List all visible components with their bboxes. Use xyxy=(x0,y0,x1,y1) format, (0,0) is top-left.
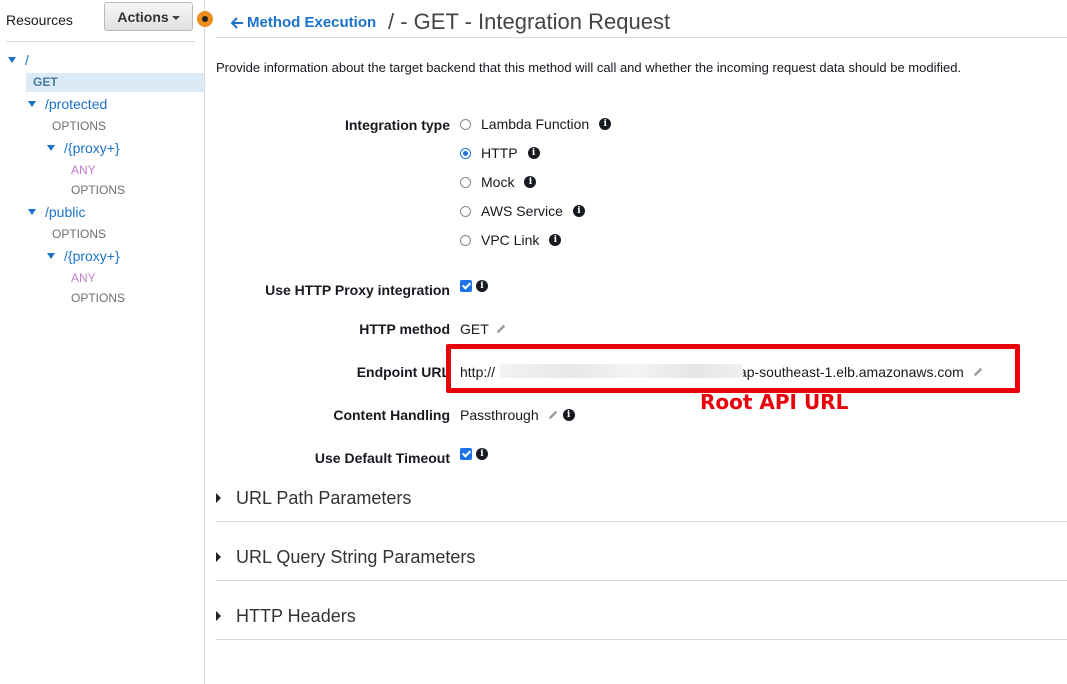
radio-label[interactable]: AWS Service xyxy=(481,203,563,219)
caret-right-icon[interactable] xyxy=(216,493,221,503)
caret-down-icon[interactable] xyxy=(28,101,36,107)
sidebar-divider xyxy=(6,41,195,42)
info-icon[interactable]: i xyxy=(599,118,612,130)
tree-method-public-proxy-options[interactable]: OPTIONS xyxy=(71,291,125,305)
caret-down-icon xyxy=(171,15,180,20)
info-icon[interactable]: i xyxy=(476,280,488,292)
radio-button[interactable] xyxy=(460,118,471,130)
tree-path-root[interactable]: / xyxy=(25,52,29,68)
radio-label[interactable]: Lambda Function xyxy=(481,116,589,132)
http-proxy-integration-label: Use HTTP Proxy integration xyxy=(265,282,450,298)
actions-label: Actions xyxy=(117,8,169,25)
section-http-headers[interactable]: HTTP Headers xyxy=(216,601,1067,631)
radio-aws-service[interactable]: AWS Service i xyxy=(460,203,585,219)
radio-button[interactable] xyxy=(460,234,471,246)
section-url-path-parameters[interactable]: URL Path Parameters xyxy=(216,483,1067,513)
radio-http[interactable]: HTTP i xyxy=(460,145,540,161)
section-url-query-string-parameters[interactable]: URL Query String Parameters xyxy=(216,542,1067,572)
radio-button[interactable] xyxy=(460,205,471,217)
content-handling-field: Passthrough i xyxy=(460,407,575,423)
default-timeout-checkbox[interactable] xyxy=(460,448,472,460)
annotation-label: Root API URL xyxy=(700,390,849,414)
page-description: Provide information about the target bac… xyxy=(216,60,962,75)
caret-right-icon[interactable] xyxy=(216,611,221,621)
radio-label[interactable]: HTTP xyxy=(481,145,518,161)
info-icon[interactable]: i xyxy=(524,176,537,188)
info-icon[interactable]: i xyxy=(562,409,575,421)
endpoint-url-label: Endpoint URL xyxy=(356,364,450,380)
section-label[interactable]: URL Query String Parameters xyxy=(236,547,475,568)
info-icon[interactable]: i xyxy=(527,147,540,159)
http-method-label: HTTP method xyxy=(359,321,450,337)
section-divider xyxy=(216,580,1067,581)
tree-method-public-proxy-any[interactable]: ANY xyxy=(71,271,96,285)
tree-method-protected-proxy-any[interactable]: ANY xyxy=(71,163,96,177)
tree-node-public[interactable]: /public xyxy=(28,204,85,220)
content-handling-value: Passthrough xyxy=(460,407,539,423)
http-method-value: GET xyxy=(460,321,489,337)
http-proxy-checkbox[interactable] xyxy=(460,280,472,292)
title-divider xyxy=(216,37,1067,38)
caret-down-icon[interactable] xyxy=(47,145,55,151)
radio-vpc-link[interactable]: VPC Link i xyxy=(460,232,562,248)
section-divider xyxy=(216,639,1067,640)
info-icon[interactable]: i xyxy=(549,234,562,246)
default-timeout-label: Use Default Timeout xyxy=(314,450,450,466)
page-title: / - GET - Integration Request xyxy=(388,9,671,34)
tree-node-protected-proxy[interactable]: /{proxy+} xyxy=(47,140,120,156)
integration-type-label: Integration type xyxy=(344,117,450,133)
caret-down-icon[interactable] xyxy=(47,253,55,259)
tree-method-public-options[interactable]: OPTIONS xyxy=(52,227,106,241)
tree-path-protected[interactable]: /protected xyxy=(45,96,107,112)
info-icon[interactable]: i xyxy=(572,205,585,217)
info-icon[interactable]: i xyxy=(476,448,488,460)
tree-method-label[interactable]: GET xyxy=(33,75,58,89)
tree-node-public-proxy[interactable]: /{proxy+} xyxy=(47,248,120,264)
tree-node-root[interactable]: / xyxy=(8,52,29,68)
resources-title: Resources xyxy=(6,12,73,28)
pencil-icon[interactable] xyxy=(495,323,507,335)
radio-label[interactable]: VPC Link xyxy=(481,232,539,248)
section-label[interactable]: URL Path Parameters xyxy=(236,488,411,509)
method-execution-label[interactable]: Method Execution xyxy=(247,14,376,31)
actions-button[interactable]: Actions xyxy=(104,2,193,31)
section-label[interactable]: HTTP Headers xyxy=(236,606,356,627)
method-execution-link[interactable]: Method Execution xyxy=(231,14,376,31)
http-proxy-integration-field: i xyxy=(460,280,488,292)
content-handling-label: Content Handling xyxy=(333,407,450,423)
collapse-handle-icon[interactable] xyxy=(197,11,213,27)
section-divider xyxy=(216,521,1067,522)
radio-lambda-function[interactable]: Lambda Function i xyxy=(460,116,612,132)
radio-label[interactable]: Mock xyxy=(481,174,514,190)
resources-sidebar: Resources Actions / GET /protected OPTIO… xyxy=(0,0,205,684)
radio-button[interactable] xyxy=(460,147,471,159)
pencil-icon[interactable] xyxy=(547,409,559,421)
caret-down-icon[interactable] xyxy=(28,209,36,215)
tree-path-public-proxy[interactable]: /{proxy+} xyxy=(64,248,120,264)
tree-node-protected[interactable]: /protected xyxy=(28,96,107,112)
default-timeout-field: i xyxy=(460,448,488,460)
caret-right-icon[interactable] xyxy=(216,552,221,562)
tree-path-public[interactable]: /public xyxy=(45,204,85,220)
tree-method-protected-options[interactable]: OPTIONS xyxy=(52,119,106,133)
tree-method-root-get[interactable]: GET xyxy=(26,73,204,92)
annotation-highlight-box xyxy=(446,344,1020,393)
arrow-left-icon xyxy=(231,16,243,29)
tree-path-protected-proxy[interactable]: /{proxy+} xyxy=(64,140,120,156)
radio-button[interactable] xyxy=(460,176,471,188)
tree-method-protected-proxy-options[interactable]: OPTIONS xyxy=(71,183,125,197)
http-method-field: GET xyxy=(460,321,507,337)
caret-down-icon[interactable] xyxy=(8,57,16,63)
radio-mock[interactable]: Mock i xyxy=(460,174,537,190)
